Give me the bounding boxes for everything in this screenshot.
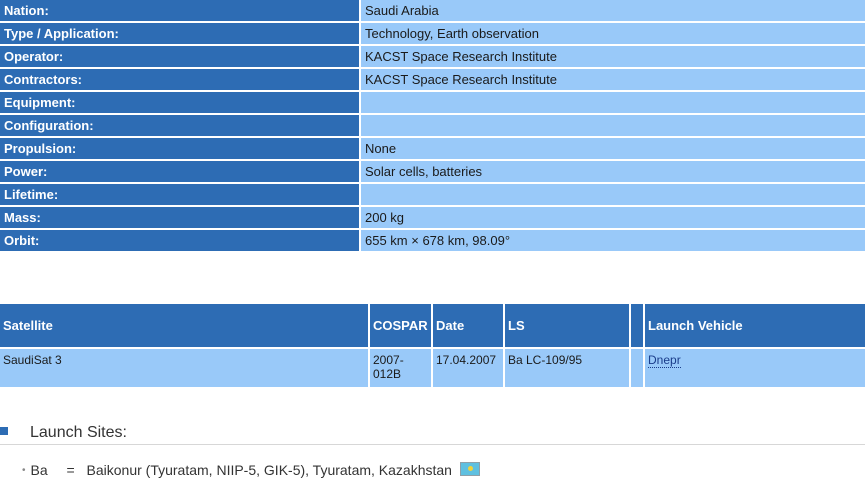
property-value: Technology, Earth observation — [361, 23, 865, 46]
launch-site-item: • Ba = Baikonur (Tyuratam, NIIP-5, GIK-5), … — [22, 462, 480, 478]
cell-cospar: 2007-012B — [370, 347, 433, 387]
property-label: Propulsion: — [0, 138, 361, 161]
property-row: Contractors: KACST Space Research Institu… — [0, 69, 865, 92]
col-header-launch-vehicle: Launch Vehicle — [645, 304, 865, 347]
property-label: Mass: — [0, 207, 361, 230]
property-value: None — [361, 138, 865, 161]
col-header-date: Date — [433, 304, 505, 347]
launch-sites-header: Launch Sites: — [0, 422, 865, 445]
launch-table: Satellite COSPAR Date LS Launch Vehicle … — [0, 304, 865, 387]
property-value — [361, 184, 865, 207]
property-row: Operator: KACST Space Research Institute — [0, 46, 865, 69]
property-label: Orbit: — [0, 230, 361, 253]
property-row: Equipment: — [0, 92, 865, 115]
property-label: Nation: — [0, 0, 361, 23]
launch-sites-title: Launch Sites: — [30, 424, 127, 441]
property-value — [361, 92, 865, 115]
launch-table-header-row: Satellite COSPAR Date LS Launch Vehicle — [0, 304, 865, 347]
launch-site-equals: = — [66, 462, 75, 478]
table-row: SaudiSat 3 2007-012B 17.04.2007 Ba LC-10… — [0, 347, 865, 387]
properties-table: Nation: Saudi Arabia Type / Application: Te… — [0, 0, 865, 253]
property-label: Contractors: — [0, 69, 361, 92]
property-row: Lifetime: — [0, 184, 865, 207]
property-value: KACST Space Research Institute — [361, 46, 865, 69]
cell-satellite: SaudiSat 3 — [0, 347, 370, 387]
launch-site-code: Ba — [30, 462, 48, 478]
property-value — [361, 115, 865, 138]
property-row: Orbit: 655 km × 678 km, 98.09° — [0, 230, 865, 253]
property-label: Equipment: — [0, 92, 361, 115]
property-value: 655 km × 678 km, 98.09° — [361, 230, 865, 253]
property-row: Power: Solar cells, batteries — [0, 161, 865, 184]
launch-vehicle-link[interactable]: Dnepr — [648, 353, 681, 368]
property-label: Operator: — [0, 46, 361, 69]
property-label: Type / Application: — [0, 23, 361, 46]
bullet-icon: • — [22, 465, 26, 476]
property-label: Configuration: — [0, 115, 361, 138]
property-row: Propulsion: None — [0, 138, 865, 161]
kazakhstan-flag-icon — [459, 462, 480, 476]
property-value: Saudi Arabia — [361, 0, 865, 23]
section-marker-icon — [0, 427, 8, 435]
property-row: Mass: 200 kg — [0, 207, 865, 230]
col-header-ls: LS — [505, 304, 631, 347]
property-row: Configuration: — [0, 115, 865, 138]
property-row: Nation: Saudi Arabia — [0, 0, 865, 23]
col-header-extra — [631, 304, 645, 347]
cell-launch-vehicle: Dnepr — [645, 347, 865, 387]
cell-ls: Ba LC-109/95 — [505, 347, 631, 387]
col-header-satellite: Satellite — [0, 304, 370, 347]
property-row: Type / Application: Technology, Earth obs… — [0, 23, 865, 46]
cell-date: 17.04.2007 — [433, 347, 505, 387]
property-label: Power: — [0, 161, 361, 184]
col-header-cospar: COSPAR — [370, 304, 433, 347]
property-label: Lifetime: — [0, 184, 361, 207]
property-value: 200 kg — [361, 207, 865, 230]
property-value: KACST Space Research Institute — [361, 69, 865, 92]
property-value: Solar cells, batteries — [361, 161, 865, 184]
launch-site-name: Baikonur (Tyuratam, NIIP-5, GIK-5), Tyur… — [86, 462, 452, 478]
cell-extra — [631, 347, 645, 387]
